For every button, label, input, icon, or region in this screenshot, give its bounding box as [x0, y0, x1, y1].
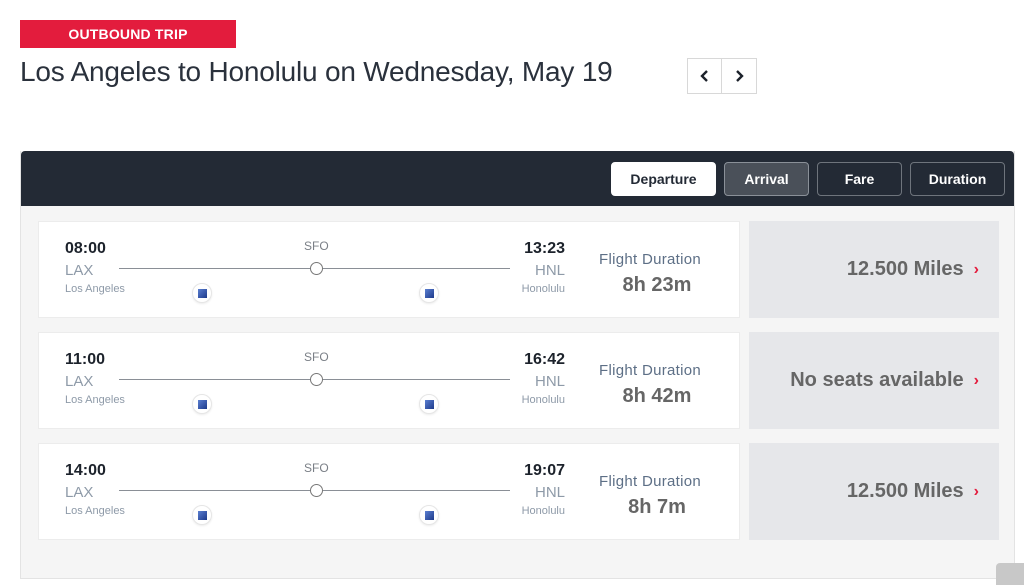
arrival-city: Honolulu [521, 283, 565, 295]
next-day-button[interactable] [722, 58, 757, 94]
flight-card[interactable]: 14:00 LAX Los Angeles SFO 19:07 HNL Hono… [38, 443, 740, 540]
departure-airport-code: LAX [65, 262, 94, 279]
sort-fare-button[interactable]: Fare [817, 161, 902, 196]
arrival-time: 13:23 [524, 240, 565, 257]
sort-duration-button[interactable]: Duration [910, 161, 1005, 196]
select-fare-button[interactable]: No seats available › [749, 332, 999, 429]
departure-airport-code: LAX [65, 484, 94, 501]
fare-price: 12.500 Miles [846, 480, 964, 502]
departure-airport-code: LAX [65, 373, 94, 390]
stopover-code: SFO [304, 350, 329, 364]
flight-card[interactable]: 11:00 LAX Los Angeles SFO 16:42 HNL Hono… [38, 332, 740, 429]
flight-duration-label: Flight Duration [599, 362, 702, 379]
sort-arrival-button[interactable]: Arrival [724, 161, 809, 196]
departure-city: Los Angeles [65, 394, 125, 406]
airline-logo-icon [419, 283, 439, 303]
departure-city: Los Angeles [65, 505, 125, 517]
chevron-right-icon: › [973, 482, 979, 500]
flight-duration-value: 8h 42m [622, 385, 692, 407]
flight-row: 14:00 LAX Los Angeles SFO 19:07 HNL Hono… [38, 443, 999, 540]
chevron-right-icon: › [973, 371, 979, 389]
previous-day-button[interactable] [687, 58, 722, 94]
flight-row: 11:00 LAX Los Angeles SFO 16:42 HNL Hono… [38, 332, 999, 429]
select-fare-button[interactable]: 12.500 Miles › [749, 221, 999, 318]
stopover-dot [310, 262, 323, 275]
departure-city: Los Angeles [65, 283, 125, 295]
stopover-dot [310, 373, 323, 386]
sort-bar: Departure Arrival Fare Duration [21, 151, 1014, 206]
flight-duration-label: Flight Duration [599, 473, 702, 490]
arrival-time: 16:42 [524, 351, 565, 368]
airline-logo-icon [192, 505, 212, 525]
scroll-to-top-button[interactable] [996, 563, 1024, 585]
sort-departure-button[interactable]: Departure [611, 161, 716, 196]
flight-duration-value: 8h 7m [628, 496, 686, 518]
day-navigation [687, 58, 757, 94]
flight-results-panel: Departure Arrival Fare Duration 08:00 LA… [20, 151, 1015, 579]
stopover-code: SFO [304, 461, 329, 475]
stopover-dot [310, 484, 323, 497]
select-fare-button[interactable]: 12.500 Miles › [749, 443, 999, 540]
flight-duration-value: 8h 23m [622, 274, 692, 296]
arrival-airport-code: HNL [534, 262, 565, 279]
fare-price: No seats available [790, 369, 964, 391]
fare-price: 12.500 Miles [846, 258, 964, 280]
departure-time: 08:00 [65, 240, 106, 257]
airline-logo-icon [419, 394, 439, 414]
chevron-right-icon: › [973, 260, 979, 278]
departure-time: 11:00 [65, 351, 106, 368]
arrival-city: Honolulu [521, 394, 565, 406]
flight-row: 08:00 LAX Los Angeles SFO 13:23 HNL Hono… [38, 221, 999, 318]
airline-logo-icon [419, 505, 439, 525]
arrival-airport-code: HNL [534, 373, 565, 390]
flight-duration-label: Flight Duration [599, 251, 702, 268]
arrival-airport-code: HNL [534, 484, 565, 501]
page-title: Los Angeles to Honolulu on Wednesday, Ma… [20, 56, 613, 87]
airline-logo-icon [192, 283, 212, 303]
airline-logo-icon [192, 394, 212, 414]
arrival-time: 19:07 [524, 462, 565, 479]
flight-card[interactable]: 08:00 LAX Los Angeles SFO 13:23 HNL Hono… [38, 221, 740, 318]
outbound-trip-badge: OUTBOUND TRIP [20, 20, 236, 48]
chevron-right-icon [736, 70, 744, 82]
arrival-city: Honolulu [521, 505, 565, 517]
departure-time: 14:00 [65, 462, 106, 479]
stopover-code: SFO [304, 239, 329, 253]
chevron-left-icon [699, 70, 708, 82]
